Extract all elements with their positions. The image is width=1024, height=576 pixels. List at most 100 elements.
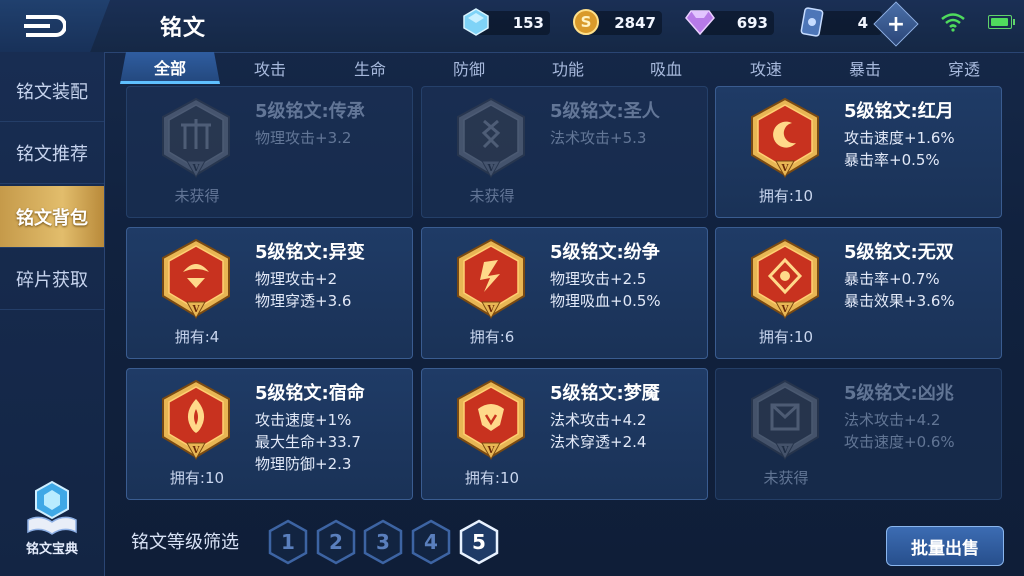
rune-owned-count: 拥有:10 [758, 328, 814, 346]
tab-health[interactable]: 生命 [320, 52, 420, 84]
rune-grid: V 5级铭文:传承 物理攻击+3.2 未获得 V 5级铭文:圣人 法术攻击+5.3 未获得 V 5… [126, 86, 1006, 502]
svg-text:S: S [581, 13, 592, 31]
level-filter-2[interactable]: 2 [316, 519, 356, 565]
rune-level-mark: V [487, 164, 496, 174]
codex-label: 铭文宝典 [25, 542, 78, 557]
rune-card-strife[interactable]: V 5级铭文:纷争 物理攻击+2.5 物理吸血+0.5% 拥有:6 [421, 227, 708, 359]
rune-name: 5级铭文:传承 [255, 101, 365, 122]
rune-level-mark: V [192, 305, 201, 315]
rune-owned-count: 未获得 [763, 469, 809, 487]
rune-attribute: 暴击率+0.7% [844, 270, 940, 288]
rune-emblem-icon: V [457, 238, 525, 320]
rune-name: 5级铭文:梦魇 [550, 383, 660, 404]
gold-value: 2847 [614, 14, 656, 32]
sidebar: 铭文装配 铭文推荐 铭文背包 碎片获取 铭文宝典 [0, 52, 105, 576]
sidebar-item-rune-equip[interactable]: 铭文装配 [0, 60, 104, 122]
tab-utility[interactable]: 功能 [518, 52, 618, 84]
rune-card-sage[interactable]: V 5级铭文:圣人 法术攻击+5.3 未获得 [421, 86, 708, 218]
rune-emblem-icon: V [751, 97, 819, 179]
rune-attribute: 暴击效果+3.6% [844, 292, 955, 310]
rune-level-mark: V [781, 305, 790, 315]
level-filter-number: 1 [281, 530, 295, 554]
tab-lifesteal[interactable]: 吸血 [616, 52, 716, 84]
rune-owned-count: 拥有:4 [174, 328, 220, 346]
rune-owned-count: 拥有:10 [169, 469, 225, 487]
tab-attack[interactable]: 攻击 [220, 52, 320, 84]
gold-coin-icon: S [570, 6, 602, 38]
sidebar-item-label: 碎片获取 [16, 269, 88, 291]
rune-owned-count: 未获得 [469, 187, 515, 205]
rune-attribute: 法术攻击+5.3 [550, 129, 647, 147]
rune-level-mark: V [192, 164, 201, 174]
batch-sell-button[interactable]: 批量出售 [886, 526, 1004, 566]
tab-defense[interactable]: 防御 [419, 52, 519, 84]
wifi-icon [941, 13, 965, 32]
rune-attribute: 物理吸血+0.5% [550, 292, 661, 310]
rune-owned-count: 拥有:6 [469, 328, 515, 346]
tab-penetration[interactable]: 穿透 [914, 52, 1014, 84]
rune-card-peerless[interactable]: V 5级铭文:无双 暴击率+0.7% 暴击效果+3.6% 拥有:10 [715, 227, 1002, 359]
sidebar-item-rune-recommend[interactable]: 铭文推荐 [0, 122, 104, 184]
rune-attribute: 法术攻击+4.2 [844, 411, 941, 429]
rune-card-inheritance[interactable]: V 5级铭文:传承 物理攻击+3.2 未获得 [126, 86, 413, 218]
rune-name: 5级铭文:宿命 [255, 383, 365, 404]
rune-attribute: 物理攻击+2 [255, 270, 338, 288]
diamond-value: 693 [736, 14, 768, 32]
level-filter-5[interactable]: 5 [459, 519, 499, 565]
rune-card-red-moon[interactable]: V 5级铭文:红月 攻击速度+1.6% 暴击率+0.5% 拥有:10 [715, 86, 1002, 218]
sidebar-item-fragment-obtain[interactable]: 碎片获取 [0, 248, 104, 310]
rune-attribute: 法术穿透+2.4 [550, 433, 647, 451]
blue-crystal-icon [460, 6, 492, 38]
rune-name: 5级铭文:无双 [844, 242, 954, 263]
card-value: 4 [857, 14, 868, 32]
back-button[interactable] [0, 0, 110, 52]
rune-attribute: 法术攻击+4.2 [550, 411, 647, 429]
level-filter-4[interactable]: 4 [411, 519, 451, 565]
level-filter-1[interactable]: 1 [268, 519, 308, 565]
rune-attribute: 物理穿透+3.6 [255, 292, 352, 310]
card-counter: 4 [800, 7, 882, 37]
level-filter-number: 2 [329, 530, 343, 554]
sidebar-item-label: 铭文装配 [16, 81, 88, 103]
level-filter-3[interactable]: 3 [363, 519, 403, 565]
rune-name: 5级铭文:红月 [844, 101, 954, 122]
rune-card-omen[interactable]: V 5级铭文:凶兆 法术攻击+4.2 攻击速度+0.6% 未获得 [715, 368, 1002, 500]
crystal-counter: 153 [463, 8, 550, 36]
rune-card-nightmare[interactable]: V 5级铭文:梦魇 法术攻击+4.2 法术穿透+2.4 拥有:10 [421, 368, 708, 500]
level-filter-number: 3 [376, 530, 390, 554]
rune-codex-button[interactable]: 铭文宝典 [14, 480, 90, 564]
rune-name: 5级铭文:圣人 [550, 101, 660, 122]
rune-attribute: 攻击速度+0.6% [844, 433, 955, 451]
rune-name: 5级铭文:凶兆 [844, 383, 954, 404]
rune-attribute: 物理攻击+3.2 [255, 129, 352, 147]
tab-attack-speed[interactable]: 攻速 [716, 52, 816, 84]
page-title: 铭文 [160, 16, 207, 41]
rune-card-mutation[interactable]: V 5级铭文:异变 物理攻击+2 物理穿透+3.6 拥有:4 [126, 227, 413, 359]
rune-owned-count: 未获得 [174, 187, 220, 205]
rune-card-fate[interactable]: V 5级铭文:宿命 攻击速度+1% 最大生命+33.7 物理防御+2.3 拥有:10 [126, 368, 413, 500]
rune-attribute: 物理攻击+2.5 [550, 270, 647, 288]
rune-emblem-icon: V [162, 379, 230, 461]
battery-icon [988, 15, 1015, 29]
crystal-value: 153 [512, 14, 544, 32]
top-bar: 铭文 153 S 2847 693 4 + [0, 0, 1024, 53]
rune-level-mark: V [781, 164, 790, 174]
codex-book-icon [27, 480, 77, 535]
rune-level-mark: V [192, 446, 201, 456]
purple-diamond-icon [684, 6, 716, 38]
level-filter-label: 铭文等级筛选 [131, 532, 239, 553]
sidebar-item-label: 铭文推荐 [16, 143, 88, 165]
add-card-button[interactable]: + [873, 1, 919, 47]
rune-name: 5级铭文:纷争 [550, 242, 660, 263]
rune-level-mark: V [781, 446, 790, 456]
diamond-counter: 693 [685, 10, 774, 35]
tab-all[interactable]: 全部 [120, 52, 220, 84]
rune-attribute: 暴击率+0.5% [844, 151, 940, 169]
sidebar-item-label: 铭文背包 [16, 207, 88, 229]
rune-level-mark: V [487, 446, 496, 456]
tab-critical[interactable]: 暴击 [815, 52, 915, 84]
level-filter-number: 5 [472, 530, 486, 554]
rune-owned-count: 拥有:10 [758, 187, 814, 205]
rune-attribute: 攻击速度+1% [255, 411, 352, 429]
sidebar-item-rune-bag[interactable]: 铭文背包 [0, 186, 104, 248]
